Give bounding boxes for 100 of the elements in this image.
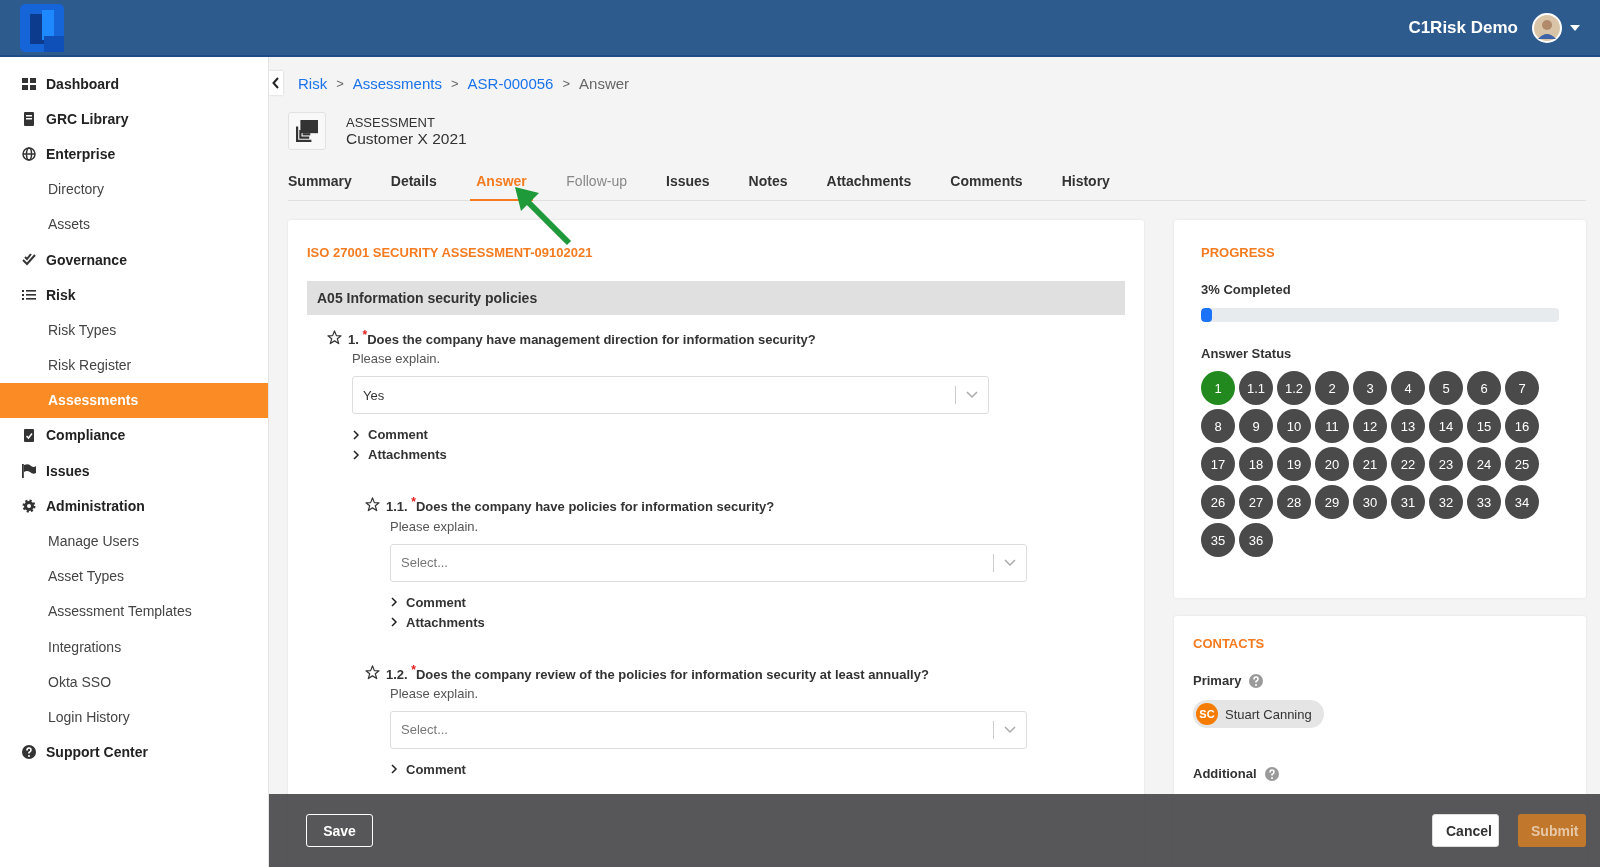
question-status-circle[interactable]: 16 — [1505, 409, 1539, 443]
sidebar-item[interactable]: Risk — [0, 277, 268, 313]
chevron-down-icon — [1004, 558, 1016, 567]
breadcrumb-link[interactable]: Assessments — [352, 74, 442, 92]
question-status-circle[interactable]: 2 — [1315, 371, 1349, 405]
question-status-circle[interactable]: 35 — [1201, 523, 1235, 557]
sidebar-item[interactable]: Login History — [0, 699, 268, 735]
question-status-circle[interactable]: 11 — [1315, 409, 1349, 443]
tab[interactable]: Issues — [646, 165, 730, 201]
back-button[interactable] — [269, 71, 283, 95]
question-status-circle[interactable]: 22 — [1391, 447, 1425, 481]
sidebar-item[interactable]: Issues — [0, 453, 268, 489]
chevron-right-icon — [390, 617, 398, 628]
star-icon[interactable] — [365, 497, 380, 513]
question-status-circle[interactable]: 24 — [1467, 447, 1501, 481]
sidebar-item[interactable]: Administration — [0, 488, 268, 524]
question-status-circle[interactable]: 18 — [1239, 447, 1273, 481]
sidebar-item[interactable]: Dashboard — [0, 66, 268, 102]
chevron-left-icon — [272, 77, 280, 89]
question-status-circle[interactable]: 7 — [1505, 371, 1539, 405]
caret-icon[interactable] — [1570, 24, 1580, 31]
assessment-title: ISO 27001 SECURITY ASSESSMENT-09102021 — [307, 245, 594, 260]
tab[interactable]: Details — [371, 165, 457, 201]
primary-label: Primary — [1193, 673, 1242, 688]
question-status-circle[interactable]: 1.1 — [1239, 371, 1273, 405]
question-status-circle[interactable]: 31 — [1391, 485, 1425, 519]
question-status-circle[interactable]: 20 — [1315, 447, 1349, 481]
question-status-circle[interactable]: 10 — [1277, 409, 1311, 443]
question-status-circle[interactable]: 12 — [1353, 409, 1387, 443]
question-status-circle[interactable]: 19 — [1277, 447, 1311, 481]
question-status-circle[interactable]: 1 — [1201, 371, 1235, 405]
sidebar-item[interactable]: Support Center — [0, 734, 268, 770]
cancel-button[interactable]: Cancel — [1432, 814, 1499, 847]
question-status-circle[interactable]: 8 — [1201, 409, 1235, 443]
sidebar-item[interactable]: Directory — [0, 171, 268, 207]
question-status-circle[interactable]: 26 — [1201, 485, 1235, 519]
sidebar-item[interactable]: Risk Register — [0, 347, 268, 383]
tab[interactable]: Summary — [288, 165, 372, 201]
record-type: ASSESSMENT — [346, 114, 436, 130]
chevron-down-icon — [1004, 726, 1016, 734]
save-button[interactable]: Save — [306, 814, 373, 847]
question-status-circle[interactable]: 3 — [1353, 371, 1387, 405]
question-status-circle[interactable]: 15 — [1467, 409, 1501, 443]
grid-icon — [22, 76, 36, 91]
sidebar-item[interactable]: Compliance — [0, 417, 268, 454]
avatar-icon[interactable] — [1532, 12, 1562, 43]
star-icon[interactable] — [365, 664, 380, 680]
question-status-circle[interactable]: 14 — [1429, 409, 1463, 443]
question-status-circle[interactable]: 29 — [1315, 485, 1349, 519]
expand-toggle[interactable]: Attachments — [352, 447, 447, 463]
question-status-circle[interactable]: 30 — [1353, 485, 1387, 519]
tab[interactable]: Notes — [729, 165, 807, 201]
question-status-circle[interactable]: 5 — [1429, 371, 1463, 405]
answer-select[interactable]: Select... — [390, 711, 1027, 749]
tab[interactable]: Attachments — [807, 165, 931, 201]
tab[interactable]: Comments — [930, 165, 1043, 201]
expand-toggle[interactable]: Attachments — [390, 614, 485, 630]
sidebar-item[interactable]: Assets — [0, 206, 268, 242]
book-icon — [22, 111, 36, 126]
sidebar-item[interactable]: Governance — [0, 241, 268, 278]
sidebar-item[interactable]: Risk Types — [0, 312, 268, 348]
question-status-circle[interactable]: 27 — [1239, 485, 1273, 519]
logo-icon[interactable] — [20, 3, 64, 52]
expand-toggle[interactable]: Comment — [352, 427, 428, 443]
sidebar-item[interactable]: Manage Users — [0, 523, 268, 559]
sidebar-item[interactable]: Okta SSO — [0, 664, 268, 700]
question-status-circle[interactable]: 28 — [1277, 485, 1311, 519]
question-status-circle[interactable]: 32 — [1429, 485, 1463, 519]
answer-select[interactable]: Yes — [352, 376, 989, 415]
expand-toggle[interactable]: Comment — [390, 594, 466, 610]
sidebar-item[interactable]: Integrations — [0, 629, 268, 665]
tab[interactable]: History — [1042, 165, 1130, 201]
question-status-circle[interactable]: 36 — [1239, 523, 1273, 557]
sidebar-item[interactable]: GRC Library — [0, 101, 268, 137]
help-icon[interactable] — [1264, 766, 1279, 781]
expand-toggle[interactable]: Comment — [390, 762, 466, 777]
record-name: Customer X 2021 — [346, 129, 467, 148]
question-status-circle[interactable]: 13 — [1391, 409, 1425, 443]
question-status-circle[interactable]: 33 — [1467, 485, 1501, 519]
star-icon[interactable] — [327, 330, 342, 346]
question-status-circle[interactable]: 21 — [1353, 447, 1387, 481]
question-status-circle[interactable]: 9 — [1239, 409, 1273, 443]
question-status-circle[interactable]: 4 — [1391, 371, 1425, 405]
sidebar-item[interactable]: Assessment Templates — [0, 593, 268, 629]
question-status-circle[interactable]: 1.2 — [1277, 371, 1311, 405]
question-status-circle[interactable]: 23 — [1429, 447, 1463, 481]
sidebar-item[interactable]: Enterprise — [0, 136, 268, 172]
help-icon[interactable] — [1249, 673, 1264, 688]
breadcrumb-link[interactable]: Risk — [298, 74, 328, 92]
breadcrumb-link[interactable]: ASR-000056 — [467, 74, 554, 92]
question-status-circle[interactable]: 25 — [1505, 447, 1539, 481]
answer-select[interactable]: Select... — [390, 543, 1027, 582]
sidebar-item[interactable]: Asset Types — [0, 558, 268, 594]
question-status-circle[interactable]: 17 — [1201, 447, 1235, 481]
chevron-right-icon — [352, 429, 360, 440]
breadcrumb-separator: > — [450, 75, 459, 91]
question-status-circle[interactable]: 6 — [1467, 371, 1501, 405]
question-status-circle[interactable]: 34 — [1505, 485, 1539, 519]
additional-label: Additional — [1193, 766, 1257, 781]
contact-chip[interactable]: SC Stuart Canning — [1193, 700, 1324, 728]
